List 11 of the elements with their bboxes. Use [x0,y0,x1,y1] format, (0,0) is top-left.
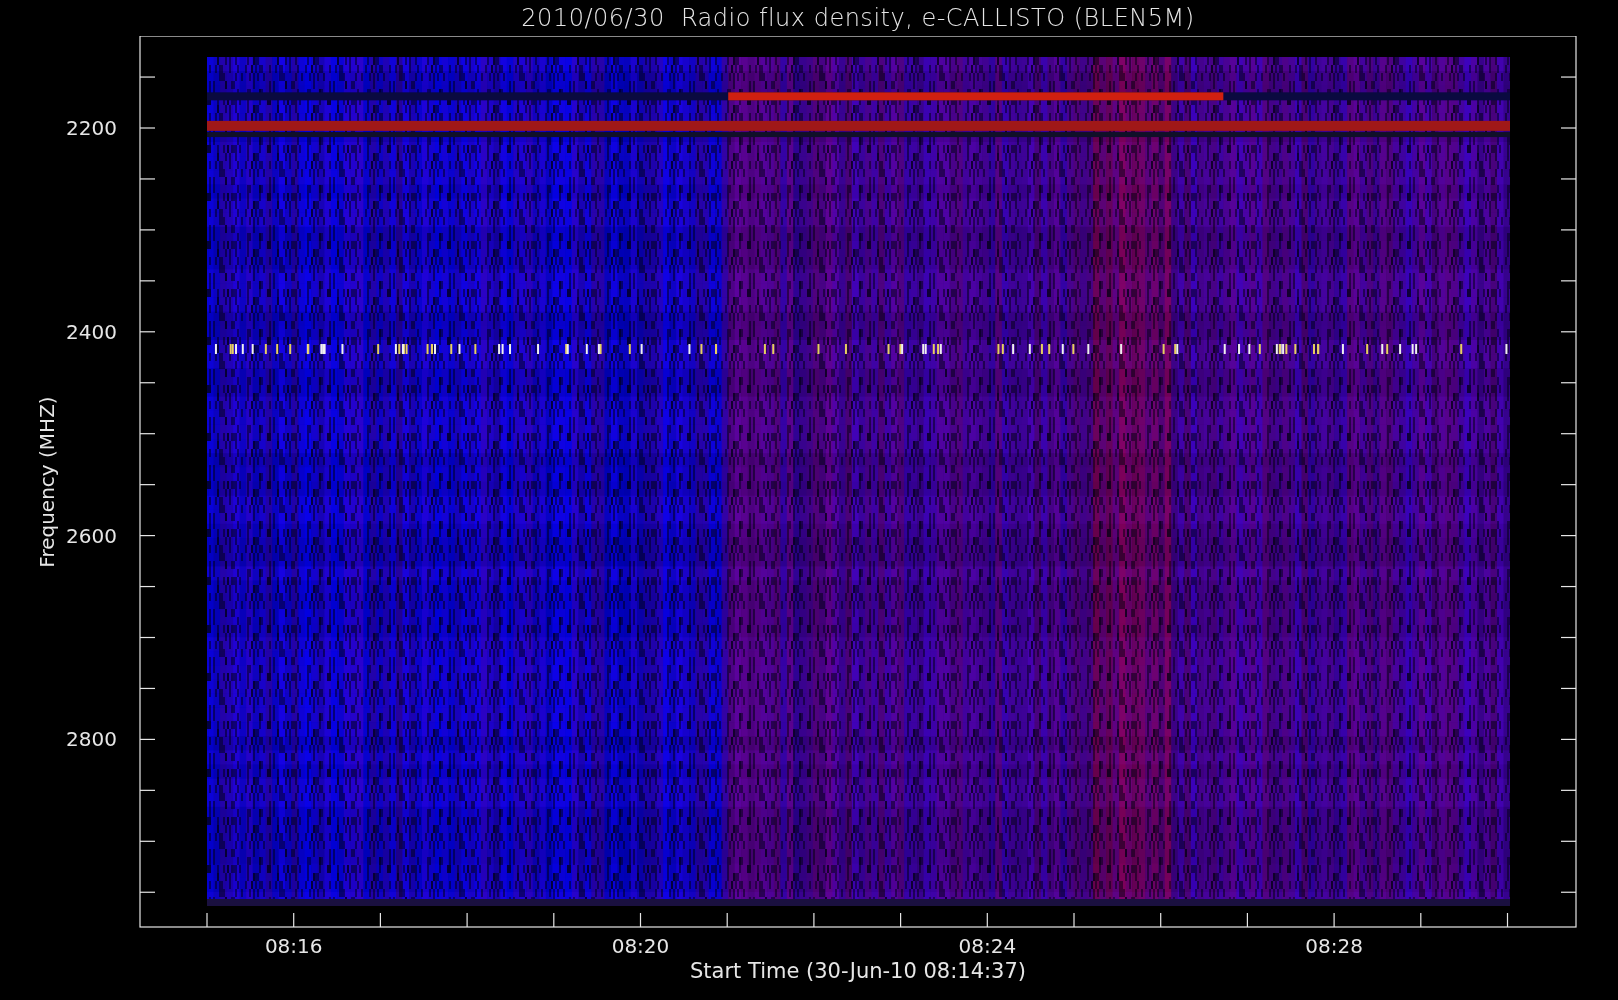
chart-title: 2010/06/30 Radio flux density, e-CALLISTO (BLEN5M) [521,4,1195,32]
y-tick-label: 2400 [66,319,117,344]
y-tick-label: 2200 [66,116,117,140]
y-tick-label: 2600 [66,523,117,548]
x-axis-label: Start Time (30-Jun-10 08:14:37) [690,959,1026,983]
x-tick-label: 08:24 [958,934,1017,958]
x-tick-label: 08:28 [1305,934,1363,958]
y-tick-label: 2800 [66,727,117,752]
x-tick-label: 08:16 [264,934,323,958]
x-tick-label: 08:20 [611,934,670,958]
y-axis-label: Frequency (MHZ) [35,396,59,568]
